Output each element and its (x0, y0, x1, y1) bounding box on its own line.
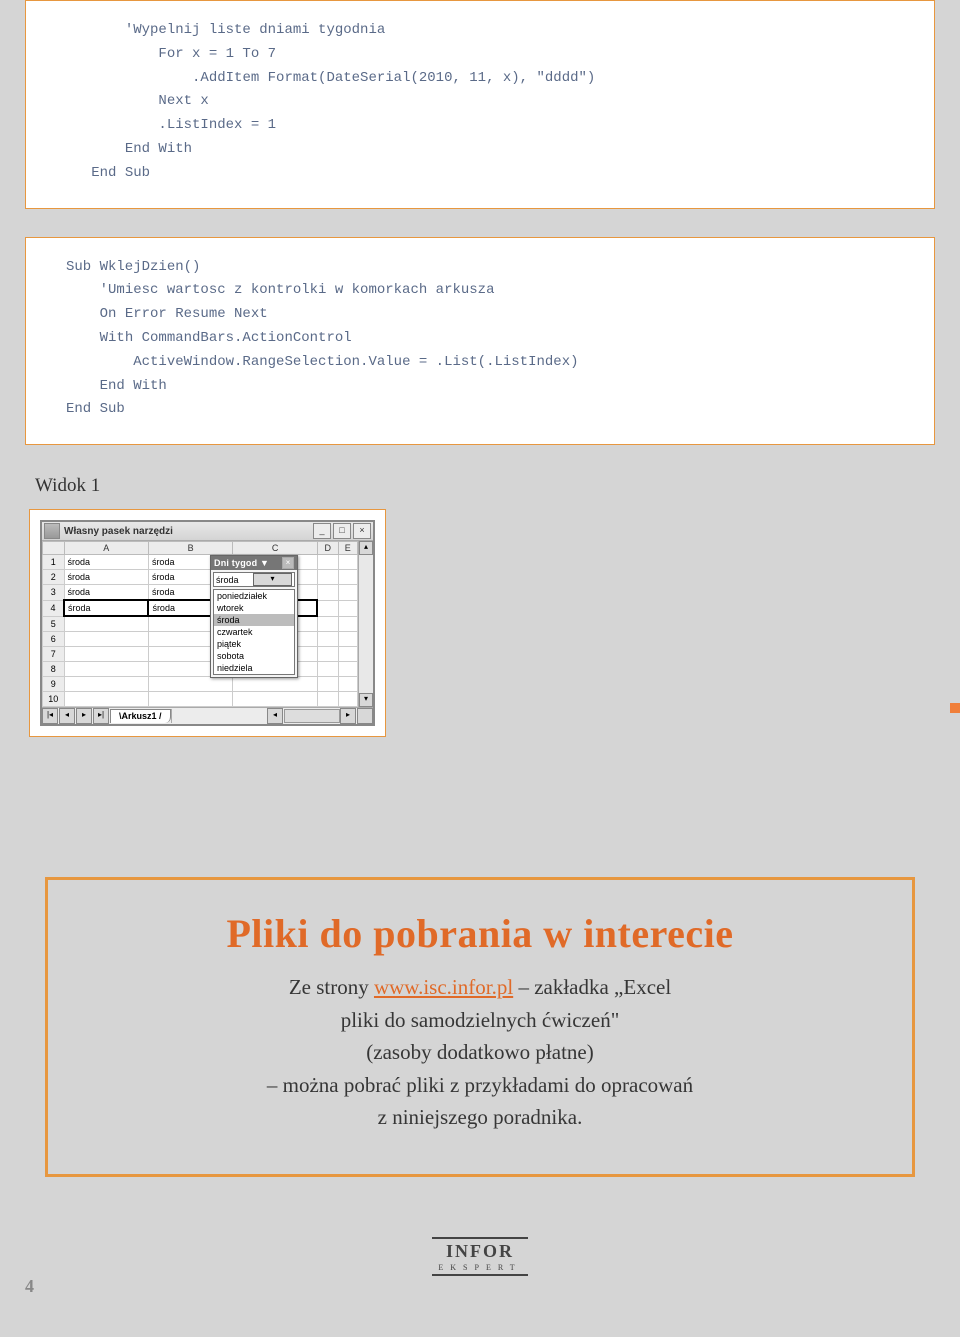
list-item[interactable]: sobota (214, 650, 294, 662)
window-minimize-button[interactable]: _ (313, 523, 331, 539)
code-line: Sub WklejDzien() (66, 259, 200, 275)
day-combobox[interactable]: środa ▾ (213, 572, 295, 587)
code-line: Next x (158, 93, 208, 109)
scroll-left-button[interactable]: ◂ (267, 708, 283, 724)
code-line: On Error Resume Next (100, 306, 268, 322)
code-line: End Sub (91, 165, 150, 181)
row-header[interactable]: 3 (43, 585, 65, 601)
sheet-tab[interactable]: \Arkusz1 / (110, 709, 171, 723)
row-header[interactable]: 4 (43, 600, 65, 616)
cell[interactable] (317, 570, 338, 585)
popup-title: Dni tygod ▼ (214, 558, 269, 568)
code-line: With CommandBars.ActionControl (100, 330, 352, 346)
combobox-value: środa (216, 575, 253, 585)
code-line: End With (125, 141, 192, 157)
footer: INFOR EKSPERT (25, 1237, 935, 1276)
window-close-button[interactable]: × (353, 523, 371, 539)
window-titlebar: Własny pasek narzędzi _ □ × (42, 522, 373, 541)
cell[interactable] (338, 600, 357, 616)
chevron-down-icon[interactable]: ▾ (253, 573, 292, 586)
cell[interactable]: środa (64, 585, 148, 601)
figure-box: Własny pasek narzędzi _ □ × A B C (29, 509, 386, 737)
cell[interactable]: środa (64, 555, 148, 570)
callout-body: Ze strony www.isc.infor.pl – zakładka „E… (88, 971, 872, 1134)
cell[interactable] (317, 600, 338, 616)
code-line: 'Umiesc wartosc z kontrolki w komorkach … (100, 282, 495, 298)
callout-link[interactable]: www.isc.infor.pl (374, 975, 513, 999)
day-list[interactable]: poniedziałek wtorek środa czwartek piąte… (213, 589, 295, 675)
list-item[interactable]: niedziela (214, 662, 294, 674)
row-header[interactable]: 5 (43, 616, 65, 632)
col-header[interactable]: C (233, 542, 317, 555)
scroll-up-button[interactable]: ▴ (359, 541, 373, 555)
cell[interactable]: środa (64, 570, 148, 585)
code-block-2: Sub WklejDzien() 'Umiesc wartosc z kontr… (25, 237, 935, 446)
code-line: End With (100, 378, 167, 394)
callout-title: Pliki do pobrania w interecie (88, 910, 872, 957)
col-header[interactable]: D (317, 542, 338, 555)
sheet-nav-prev[interactable]: ◂ (59, 708, 75, 724)
cell[interactable] (338, 570, 357, 585)
code-line: 'Wypelnij liste dniami tygodnia (125, 22, 385, 38)
page-number: 4 (25, 1276, 935, 1297)
square-icon (950, 703, 960, 713)
col-header[interactable]: A (64, 542, 148, 555)
vertical-scrollbar[interactable]: ▴ ▾ (358, 541, 373, 707)
row-header[interactable]: 9 (43, 677, 65, 692)
code-line: End Sub (66, 401, 125, 417)
row-header[interactable]: 10 (43, 692, 65, 707)
row-header[interactable]: 1 (43, 555, 65, 570)
publisher-logo: INFOR EKSPERT (432, 1237, 527, 1276)
code-line: .ListIndex = 1 (158, 117, 276, 133)
scroll-down-button[interactable]: ▾ (359, 693, 373, 707)
horizontal-scrollbar[interactable]: ◂ ▸ (267, 708, 357, 724)
row-header[interactable]: 2 (43, 570, 65, 585)
code-line: For x = 1 To 7 (158, 46, 276, 62)
window-maximize-button[interactable]: □ (333, 523, 351, 539)
spreadsheet-grid[interactable]: A B C D E 1 środa środa środa (42, 541, 358, 707)
window-title: Własny pasek narzędzi (64, 526, 313, 537)
statusbar: |◂ ◂ ▸ ▸| \Arkusz1 / ◂ ▸ (42, 707, 373, 724)
list-item[interactable]: czwartek (214, 626, 294, 638)
row-header[interactable]: 8 (43, 662, 65, 677)
list-item[interactable]: środa (214, 614, 294, 626)
cell[interactable] (317, 555, 338, 570)
cell[interactable] (317, 585, 338, 601)
sheet-nav-first[interactable]: |◂ (42, 708, 58, 724)
sheet-nav-next[interactable]: ▸ (76, 708, 92, 724)
col-header[interactable]: B (148, 542, 232, 555)
excel-window: Własny pasek narzędzi _ □ × A B C (40, 520, 375, 726)
row-header[interactable]: 6 (43, 632, 65, 647)
cell[interactable]: środa (64, 600, 148, 616)
app-icon (44, 523, 60, 539)
row-header[interactable]: 7 (43, 647, 65, 662)
resize-grip-icon[interactable] (357, 708, 373, 724)
download-callout: Pliki do pobrania w interecie Ze strony … (45, 877, 915, 1177)
sheet-nav-last[interactable]: ▸| (93, 708, 109, 724)
code-line: .AddItem Format(DateSerial(2010, 11, x),… (192, 70, 595, 86)
code-line: ActiveWindow.RangeSelection.Value = .Lis… (133, 354, 578, 370)
list-item[interactable]: wtorek (214, 602, 294, 614)
col-header[interactable]: E (338, 542, 357, 555)
cell[interactable] (338, 555, 357, 570)
popup-close-button[interactable]: × (282, 557, 294, 569)
cell[interactable] (338, 585, 357, 601)
list-item[interactable]: poniedziałek (214, 590, 294, 602)
list-item[interactable]: piątek (214, 638, 294, 650)
scroll-right-button[interactable]: ▸ (340, 708, 356, 724)
section-end-marker (25, 787, 935, 807)
code-block-1: 'Wypelnij liste dniami tygodnia For x = … (25, 0, 935, 209)
figure-caption: Widok 1 (35, 475, 935, 497)
days-toolbar-popup[interactable]: Dni tygod ▼ × środa ▾ poniedziałek wtore… (210, 555, 298, 678)
